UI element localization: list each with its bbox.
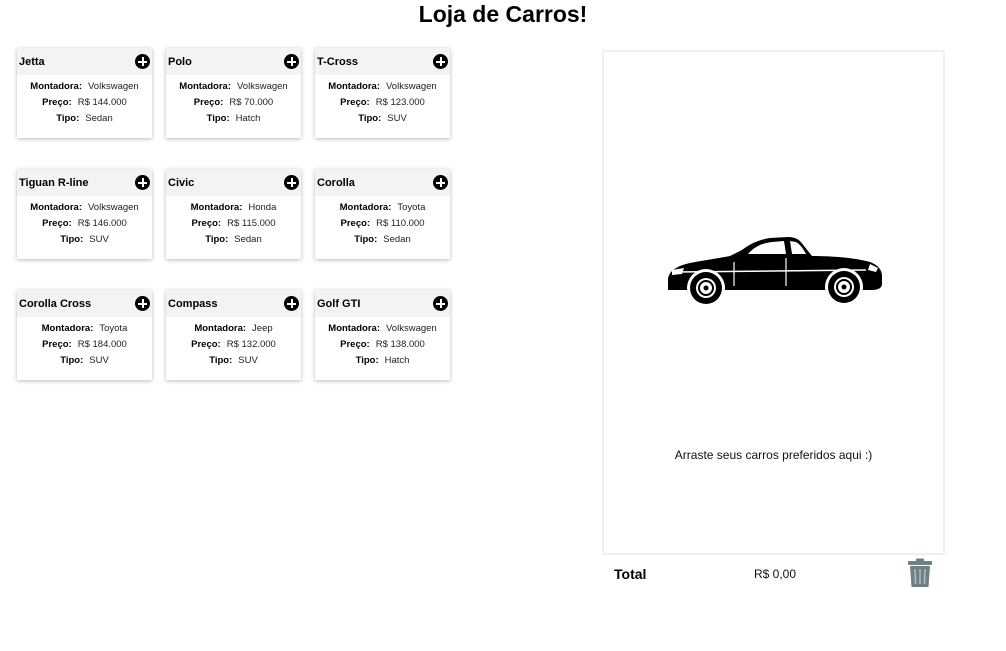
car-card[interactable]: Civic Montadora: Honda Preço: R$ 115.000 T…: [166, 169, 301, 259]
car-card[interactable]: Corolla Cross Montadora: Toyota Preço: R$ …: [17, 290, 152, 380]
type-label: Tipo:: [358, 113, 382, 124]
price-label: Preço:: [340, 339, 370, 350]
car-name: Compass: [168, 297, 218, 310]
car-card-header: Jetta: [17, 48, 152, 75]
car-type: SUV: [89, 355, 109, 366]
brand-label: Montadora:: [179, 81, 231, 92]
car-price: R$ 144.000: [77, 97, 127, 108]
car-brand: Volkswagen: [88, 81, 139, 92]
brand-label: Montadora:: [30, 202, 82, 213]
car-price: R$ 146.000: [77, 218, 127, 229]
brand-label: Montadora:: [190, 202, 243, 213]
brand-label: Montadora:: [339, 202, 392, 213]
car-name: Civic: [168, 176, 195, 189]
car-name: Corolla Cross: [19, 297, 92, 310]
add-car-button[interactable]: [284, 296, 299, 311]
add-car-button[interactable]: [135, 296, 150, 311]
cart-dropzone[interactable]: Arraste seus carros preferidos aqui :): [602, 50, 945, 555]
car-card-header: Corolla Cross: [17, 290, 152, 317]
car-card[interactable]: Tiguan R-line Montadora: Volkswagen Preço…: [17, 169, 152, 259]
add-car-button[interactable]: [135, 54, 150, 69]
car-brand: Volkswagen: [88, 202, 139, 213]
car-price: R$ 110.000: [376, 218, 425, 229]
car-card[interactable]: Compass Montadora: Jeep Preço: R$ 132.000 …: [166, 290, 301, 380]
car-brand: Toyota: [99, 323, 128, 334]
dropzone-placeholder: Arraste seus carros preferidos aqui :): [674, 448, 873, 462]
car-type: Sedan: [234, 234, 262, 245]
car-brand: Volkswagen: [386, 323, 437, 334]
car-card[interactable]: Corolla Montadora: Toyota Preço: R$ 110.00…: [315, 169, 450, 259]
type-label: Tipo:: [354, 234, 378, 245]
trash-icon[interactable]: [907, 558, 933, 588]
car-card-header: Civic: [166, 169, 301, 196]
brand-label: Montadora:: [41, 323, 94, 334]
add-car-button[interactable]: [433, 175, 448, 190]
brand-label: Montadora:: [30, 81, 82, 92]
car-type: Hatch: [384, 355, 410, 366]
car-name: Polo: [168, 55, 192, 68]
car-brand: Volkswagen: [386, 81, 437, 92]
car-name: T-Cross: [317, 55, 358, 68]
car-card[interactable]: T-Cross Montadora: Volkswagen Preço: R$ 12…: [315, 48, 450, 138]
car-type: SUV: [238, 355, 258, 366]
type-label: Tipo:: [205, 234, 229, 245]
car-card[interactable]: Golf GTI Montadora: Volkswagen Preço: R$ 1…: [315, 290, 450, 380]
brand-label: Montadora:: [328, 81, 380, 92]
price-label: Preço:: [191, 218, 222, 229]
car-price: R$ 132.000: [226, 339, 276, 350]
car-card-header: T-Cross: [315, 48, 450, 75]
car-brand: Volkswagen: [237, 81, 288, 92]
add-car-button[interactable]: [284, 54, 299, 69]
type-label: Tipo:: [60, 234, 84, 245]
car-brand: Honda: [248, 202, 277, 213]
add-car-button[interactable]: [135, 175, 150, 190]
price-label: Preço:: [191, 339, 221, 350]
price-label: Preço:: [340, 97, 370, 108]
car-card-grid: Jetta Montadora: Volkswagen Preço: R$ 144.…: [17, 48, 450, 380]
car-price: R$ 138.000: [375, 339, 425, 350]
car-card[interactable]: Jetta Montadora: Volkswagen Preço: R$ 144.…: [17, 48, 152, 138]
car-price: R$ 115.000: [227, 218, 276, 229]
car-price: R$ 184.000: [77, 339, 127, 350]
car-type: SUV: [387, 113, 407, 124]
car-name: Tiguan R-line: [19, 176, 89, 189]
add-car-button[interactable]: [433, 296, 448, 311]
car-brand: Toyota: [397, 202, 426, 213]
car-name: Golf GTI: [317, 297, 361, 310]
car-card-header: Polo: [166, 48, 301, 75]
car-card[interactable]: Polo Montadora: Volkswagen Preço: R$ 70.00…: [166, 48, 301, 138]
type-label: Tipo:: [355, 355, 379, 366]
add-car-button[interactable]: [433, 54, 448, 69]
car-card-header: Compass: [166, 290, 301, 317]
total-value: R$ 0,00: [754, 567, 797, 581]
car-silhouette-icon: [668, 237, 882, 306]
car-type: Sedan: [383, 234, 411, 245]
car-name: Jetta: [19, 55, 45, 68]
car-card-header: Corolla: [315, 169, 450, 196]
car-brand: Jeep: [252, 323, 273, 334]
brand-label: Montadora:: [194, 323, 247, 334]
car-price: R$ 123.000: [375, 97, 425, 108]
type-label: Tipo:: [206, 113, 230, 124]
price-label: Preço:: [42, 339, 72, 350]
car-type: SUV: [89, 234, 109, 245]
page-title: Loja de Carros!: [418, 1, 588, 27]
car-type: Sedan: [85, 113, 113, 124]
price-label: Preço:: [193, 97, 224, 108]
type-label: Tipo:: [56, 113, 80, 124]
car-name: Corolla: [317, 176, 355, 189]
price-label: Preço:: [42, 97, 72, 108]
car-card-header: Tiguan R-line: [17, 169, 152, 196]
car-type: Hatch: [235, 113, 261, 124]
price-label: Preço:: [42, 218, 72, 229]
price-label: Preço:: [340, 218, 371, 229]
add-car-button[interactable]: [284, 175, 299, 190]
brand-label: Montadora:: [328, 323, 380, 334]
total-label: Total: [614, 566, 647, 582]
type-label: Tipo:: [209, 355, 233, 366]
car-price: R$ 70.000: [229, 97, 274, 108]
car-card-header: Golf GTI: [315, 290, 450, 317]
type-label: Tipo:: [60, 355, 84, 366]
